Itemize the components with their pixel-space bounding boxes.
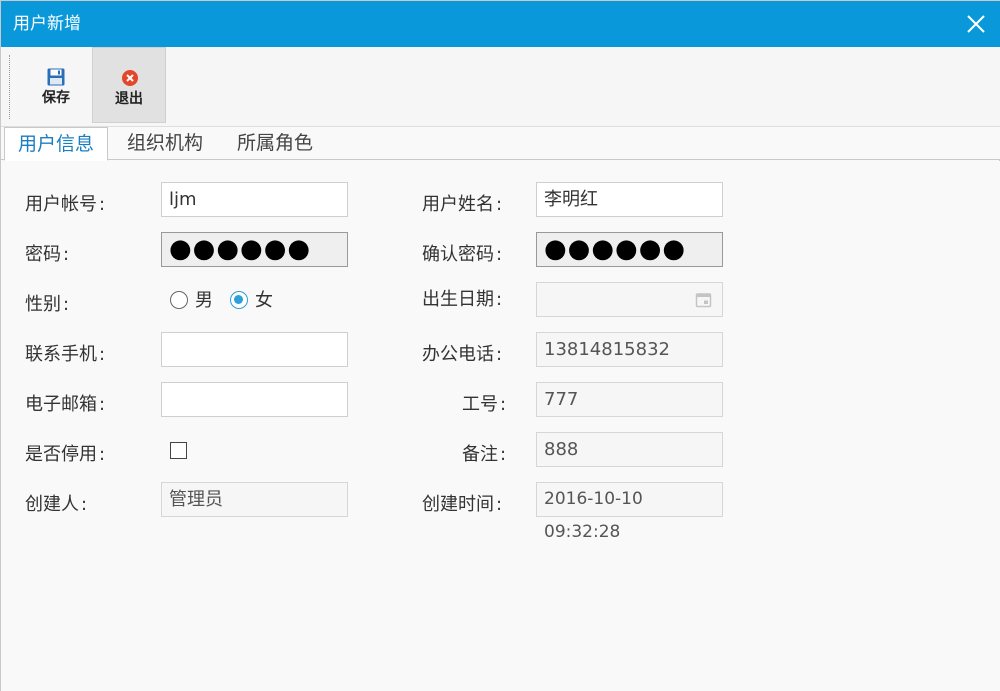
creator-input[interactable]: 管理员 — [161, 482, 348, 517]
tab-roles[interactable]: 所属角色 — [237, 127, 313, 160]
title-bar: 用户新增 — [1, 1, 1000, 47]
account-input[interactable]: ljm — [161, 182, 348, 217]
toolbar: 保存 退出 — [1, 47, 1000, 127]
mobile-input[interactable] — [161, 332, 348, 367]
email-input[interactable] — [161, 382, 348, 417]
remark-label: 备注: — [462, 444, 507, 465]
user-form: 用户帐号: ljm 用户姓名: 李明红 密码: ●●●●●● 确认密码: ●●●… — [1, 161, 1000, 691]
save-button-label: 保存 — [42, 90, 70, 106]
radio-unchecked-icon — [170, 291, 188, 309]
close-icon[interactable] — [963, 11, 989, 37]
office-phone-input[interactable]: 13814815832 — [536, 332, 723, 367]
creator-label: 创建人: — [25, 494, 88, 515]
exit-icon — [122, 70, 138, 86]
calendar-icon[interactable] — [695, 291, 712, 308]
save-icon — [47, 68, 65, 86]
confirm-password-input[interactable]: ●●●●●● — [536, 232, 723, 267]
tab-organization[interactable]: 组织机构 — [127, 127, 203, 160]
disabled-label: 是否停用: — [25, 444, 106, 465]
created-at-input[interactable]: 2016-10-10 09:32:28 — [536, 482, 723, 542]
exit-button[interactable]: 退出 — [92, 47, 166, 123]
mobile-label: 联系手机: — [25, 344, 106, 365]
remark-input[interactable]: 888 — [536, 432, 723, 467]
gender-radio-female[interactable]: 女 — [230, 290, 273, 312]
gender-label: 性别: — [25, 294, 70, 315]
account-label: 用户帐号: — [25, 194, 106, 215]
created-at-label: 创建时间: — [422, 494, 503, 515]
password-input[interactable]: ●●●●●● — [161, 232, 348, 267]
name-input[interactable]: 李明红 — [536, 182, 723, 217]
toolbar-grip — [9, 55, 11, 119]
disabled-checkbox[interactable] — [170, 442, 187, 459]
name-label: 用户姓名: — [422, 194, 503, 215]
birthday-label: 出生日期: — [422, 289, 503, 310]
save-button[interactable]: 保存 — [19, 47, 93, 123]
email-label: 电子邮箱: — [25, 394, 106, 415]
employee-no-input[interactable]: 777 — [536, 382, 723, 417]
password-label: 密码: — [25, 244, 70, 265]
exit-button-label: 退出 — [115, 91, 143, 107]
gender-radio-male[interactable]: 男 — [170, 290, 213, 312]
tab-user-info[interactable]: 用户信息 — [4, 127, 109, 161]
office-phone-label: 办公电话: — [422, 344, 503, 365]
radio-checked-icon — [230, 291, 248, 309]
user-add-dialog: 用户新增 保存 退出 用户信息 组织机构 所属角色 用户帐号: ljm 用户姓… — [0, 0, 1000, 691]
confirm-password-label: 确认密码: — [422, 244, 503, 265]
employee-no-label: 工号: — [462, 394, 507, 415]
window-title: 用户新增 — [13, 14, 81, 34]
tab-strip: 用户信息 组织机构 所属角色 — [1, 127, 1000, 161]
birthday-input[interactable] — [536, 282, 723, 317]
